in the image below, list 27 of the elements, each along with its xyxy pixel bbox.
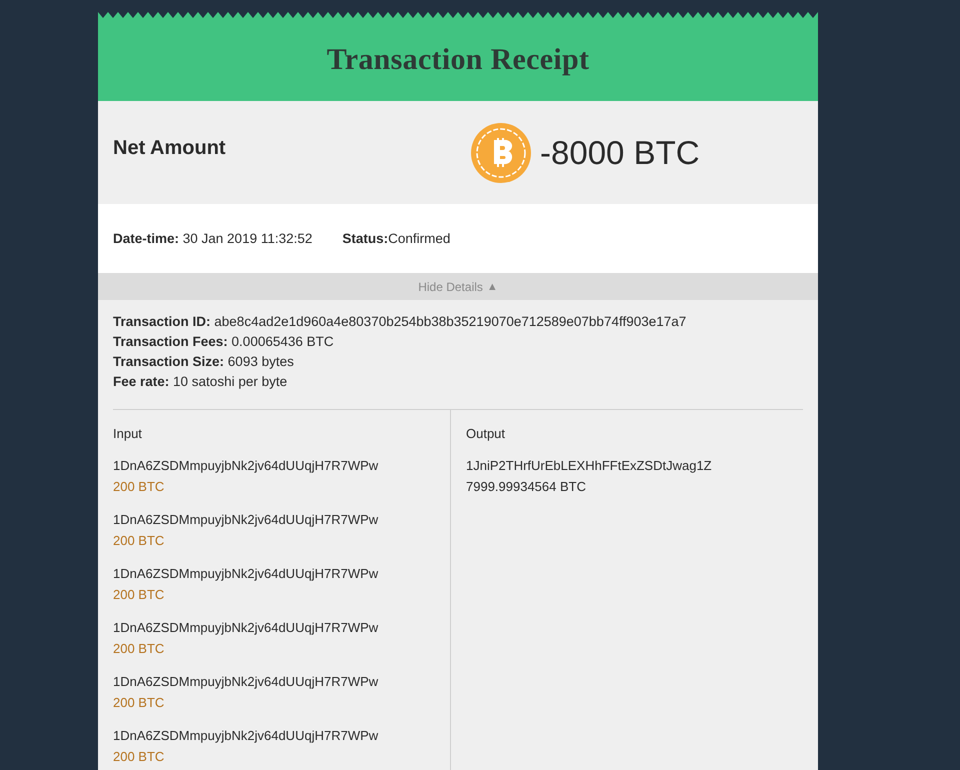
bitcoin-coin-icon	[470, 122, 532, 184]
amount-text: 200 BTC	[113, 478, 166, 496]
address-text: 1DnA6ZSDMmpuyjbNk2jv64dUUqjH7R7WPw	[113, 511, 380, 529]
address-text: 1DnA6ZSDMmpuyjbNk2jv64dUUqjH7R7WPw	[113, 673, 380, 691]
address-text: 1DnA6ZSDMmpuyjbNk2jv64dUUqjH7R7WPw	[113, 457, 380, 475]
column-heading: Output	[466, 426, 506, 441]
date-time-text: Date-time: 30 Jan 2019 11:32:52	[113, 231, 312, 246]
amount-text: 200 BTC	[113, 532, 166, 550]
detail-line: Transaction Size: 6093 bytes	[113, 353, 295, 371]
detail-line: Transaction Fees: 0.00065436 BTC	[113, 333, 335, 351]
address-text: 1JniP2THrfUrEbLEXHhFFtExZSDtJwag1Z	[466, 457, 713, 475]
amount-text: 7999.99934564 BTC	[466, 478, 587, 496]
net-amount-value: -8000 BTC	[540, 134, 700, 172]
column-heading: Input	[113, 426, 143, 441]
net-amount-label: Net Amount	[113, 137, 227, 160]
hide-details-button[interactable]: Hide Details ▲	[98, 273, 818, 300]
address-text: 1DnA6ZSDMmpuyjbNk2jv64dUUqjH7R7WPw	[113, 619, 380, 637]
receipt-title: Transaction Receipt	[326, 42, 590, 76]
amount-text: 200 BTC	[113, 748, 166, 766]
detail-line: Fee rate: 10 satoshi per byte	[113, 373, 288, 391]
address-text: 1DnA6ZSDMmpuyjbNk2jv64dUUqjH7R7WPw	[113, 727, 380, 745]
detail-line: Transaction ID: abe8c4ad2e1d960a4e80370b254bb38b35219070e712589e07bb74ff903e17a7	[113, 313, 688, 331]
amount-text: 200 BTC	[113, 694, 166, 712]
amount-text: 200 BTC	[113, 586, 166, 604]
address-text: 1DnA6ZSDMmpuyjbNk2jv64dUUqjH7R7WPw	[113, 565, 380, 583]
amount-text: 200 BTC	[113, 640, 166, 658]
status-text: Status:Confirmed	[342, 231, 450, 246]
